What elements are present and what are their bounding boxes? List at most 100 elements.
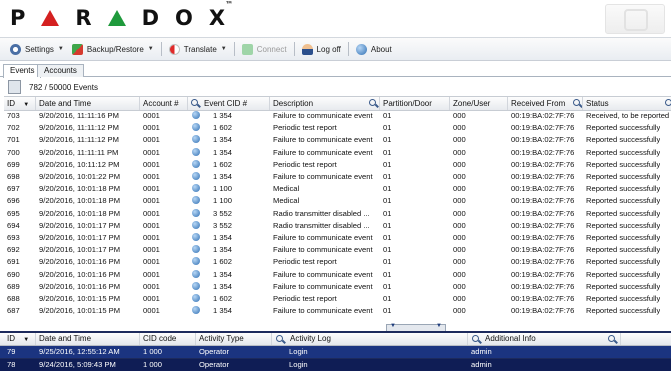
tab-accounts[interactable]: Accounts	[37, 64, 84, 77]
info-icon[interactable]	[192, 111, 200, 119]
cell-received-from: 00:19:BA:02:7F:76	[511, 147, 575, 157]
cell-date: 9/20/2016, 11:11:12 PM	[39, 135, 119, 145]
cell-id: 691	[7, 257, 20, 267]
column-header-partition[interactable]: Partition/Door	[380, 97, 450, 110]
info-icon[interactable]	[192, 281, 200, 290]
table-row[interactable]: 695 9/20/2016, 10:01:18 PM 0001 3 552 Radio …	[4, 208, 671, 219]
cell-received-from: 00:19:BA:02:7F:76	[511, 184, 575, 194]
cell-id: 701	[7, 135, 20, 145]
search-icon[interactable]	[665, 99, 671, 106]
cell-id: 695	[7, 208, 20, 218]
cell-date: 9/20/2016, 11:11:16 PM	[39, 111, 119, 120]
cell-description: Failure to communicate event	[273, 233, 373, 242]
translate-button[interactable]: Translate ▼	[165, 40, 231, 58]
cell-event-cid: 1 354	[213, 306, 233, 316]
backup-restore-button[interactable]: Backup/Restore ▼	[68, 40, 158, 58]
info-icon[interactable]	[192, 294, 200, 302]
info-icon[interactable]	[192, 306, 200, 315]
activity-column-date[interactable]: Date and Time	[36, 333, 140, 345]
activity-row[interactable]: 79 9/25/2016, 12:55:12 AM 1 000 Operator Log…	[0, 346, 671, 358]
table-row[interactable]: 689 9/20/2016, 10:01:16 PM 0001 1 354 Failur…	[4, 281, 671, 292]
cell-additional-info: admin	[471, 359, 492, 369]
search-icon[interactable]	[191, 99, 198, 106]
table-row[interactable]: 694 9/20/2016, 10:01:17 PM 0001 3 552 Radio …	[4, 220, 671, 231]
cell-description: Failure to communicate event	[273, 172, 373, 181]
cell-activity-type: Operator	[199, 359, 229, 369]
toolbar-divider	[160, 42, 162, 56]
search-icon[interactable]	[369, 99, 376, 106]
table-row[interactable]: 700 9/20/2016, 11:11:11 PM 0001 1 354 Failur…	[4, 147, 671, 158]
cell-id: 694	[7, 220, 20, 230]
activity-column-id[interactable]: ID ▼	[4, 333, 36, 345]
cell-date: 9/20/2016, 10:01:16 PM	[39, 281, 121, 291]
connect-button[interactable]: Connect	[238, 40, 291, 58]
cell-received-from: 00:19:BA:02:7F:76	[511, 245, 575, 255]
activity-column-log[interactable]: Activity Log	[272, 333, 468, 345]
cell-event-cid: 1 354	[213, 172, 233, 181]
info-icon[interactable]	[192, 208, 200, 217]
info-icon[interactable]	[192, 257, 200, 266]
table-row[interactable]: 690 9/20/2016, 10:01:16 PM 0001 1 354 Failur…	[4, 269, 671, 280]
settings-icon	[10, 43, 21, 55]
tab-events[interactable]: Events	[3, 64, 42, 78]
cell-description: Radio transmitter disabled ...	[273, 220, 370, 230]
info-icon[interactable]	[192, 220, 200, 229]
table-row[interactable]: 703 9/20/2016, 11:11:16 PM 0001 1 354 Failur…	[4, 110, 671, 121]
info-icon[interactable]	[192, 172, 200, 180]
info-icon[interactable]	[192, 245, 200, 254]
table-row[interactable]: 693 9/20/2016, 10:01:17 PM 0001 1 354 Failur…	[4, 232, 671, 243]
column-header-received-from[interactable]: Received From	[508, 97, 583, 110]
table-row[interactable]: 698 9/20/2016, 10:01:22 PM 0001 1 354 Failur…	[4, 171, 671, 182]
backup-restore-icon	[71, 43, 83, 55]
cell-account: 0001	[143, 123, 160, 133]
activity-column-type[interactable]: Activity Type	[196, 333, 272, 345]
table-row[interactable]: 691 9/20/2016, 10:01:16 PM 0001 1 602 Period…	[4, 256, 671, 267]
settings-label: Settings	[25, 44, 54, 54]
activity-column-cid[interactable]: CID code	[140, 333, 196, 345]
cell-cid-code: 1 000	[143, 359, 163, 369]
table-row[interactable]: 696 9/20/2016, 10:01:18 PM 0001 1 100 Medica…	[4, 195, 671, 206]
info-icon[interactable]	[192, 159, 200, 168]
info-icon[interactable]	[192, 135, 200, 144]
logoff-button[interactable]: Log off	[298, 40, 345, 58]
cell-event-cid: 1 602	[213, 159, 233, 169]
cell-received-from: 00:19:BA:02:7F:76	[511, 269, 575, 279]
cell-cid-code: 1 000	[143, 347, 163, 356]
activity-row[interactable]: 78 9/24/2016, 5:09:43 PM 1 000 Operator Logi…	[0, 358, 671, 371]
column-header-description[interactable]: Description	[270, 97, 380, 110]
table-row[interactable]: 702 9/20/2016, 11:11:12 PM 0001 1 602 Period…	[4, 122, 671, 133]
cell-status: Reported successfully	[586, 269, 661, 279]
search-icon[interactable]	[276, 335, 283, 342]
cell-partition: 01	[383, 196, 392, 206]
cell-account: 0001	[143, 135, 160, 145]
info-icon[interactable]	[192, 123, 200, 132]
search-icon[interactable]	[573, 99, 580, 106]
column-header-status[interactable]: Status	[583, 97, 671, 110]
column-header-zone[interactable]: Zone/User	[450, 97, 508, 110]
info-icon[interactable]	[192, 233, 200, 241]
cell-date: 9/20/2016, 11:11:12 PM	[39, 123, 119, 133]
table-row[interactable]: 699 9/20/2016, 10:11:12 PM 0001 1 602 Period…	[4, 159, 671, 170]
search-icon[interactable]	[608, 335, 615, 342]
cell-event-cid: 1 354	[213, 245, 233, 255]
settings-button[interactable]: Settings ▼	[6, 40, 68, 58]
about-button[interactable]: About	[352, 40, 396, 58]
table-row[interactable]: 692 9/20/2016, 10:01:17 PM 0001 1 354 Failur…	[4, 244, 671, 255]
column-header-account[interactable]: Account #	[140, 97, 188, 110]
window-control-button[interactable]	[605, 4, 665, 34]
column-header-event-cid[interactable]: Event CID #	[188, 97, 270, 110]
cell-zone: 000	[453, 159, 466, 169]
info-icon[interactable]	[192, 196, 200, 205]
column-header-id[interactable]: ID ▼	[4, 97, 36, 110]
info-icon[interactable]	[192, 269, 200, 278]
table-row[interactable]: 701 9/20/2016, 11:11:12 PM 0001 1 354 Failur…	[4, 134, 671, 145]
table-row[interactable]: 697 9/20/2016, 10:01:18 PM 0001 1 100 Medica…	[4, 183, 671, 194]
column-header-date[interactable]: Date and Time	[36, 97, 140, 110]
info-icon[interactable]	[192, 184, 200, 193]
search-icon[interactable]	[472, 335, 479, 342]
info-icon[interactable]	[192, 147, 200, 156]
cell-event-cid: 3 552	[213, 208, 233, 218]
activity-column-additional[interactable]: Additional Info	[468, 333, 621, 345]
table-row[interactable]: 687 9/20/2016, 10:01:15 PM 0001 1 354 Failur…	[4, 305, 671, 316]
table-row[interactable]: 688 9/20/2016, 10:01:15 PM 0001 1 602 Period…	[4, 293, 671, 304]
